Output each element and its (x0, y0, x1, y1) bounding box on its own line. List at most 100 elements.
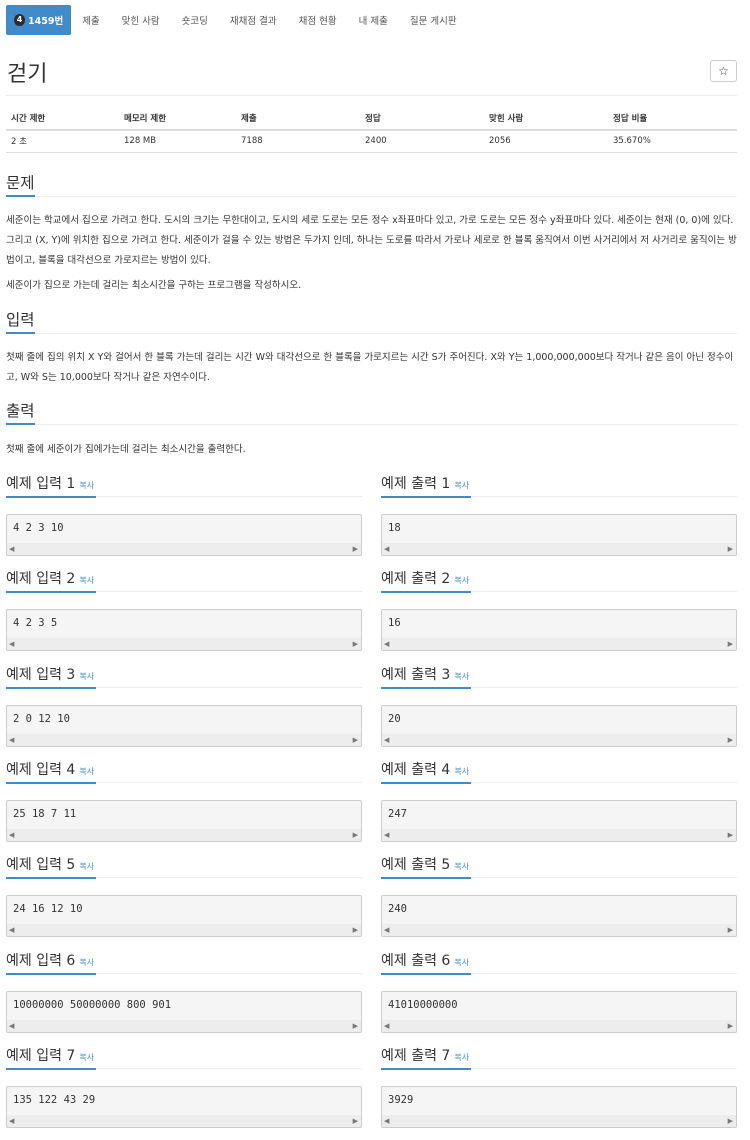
scroll-right-icon[interactable]: ▶ (353, 545, 358, 553)
horizontal-scrollbar[interactable]: ◀ ▶ (382, 1020, 736, 1032)
copy-button[interactable]: 복사 (79, 767, 94, 776)
sample-output-text: 41010000000 (388, 999, 458, 1011)
scroll-left-icon[interactable]: ◀ (9, 1022, 14, 1030)
cell-solvers: 2056 (484, 130, 608, 153)
copy-button[interactable]: 복사 (79, 576, 94, 585)
horizontal-scrollbar[interactable]: ◀ ▶ (382, 638, 736, 650)
sample-output-box-5[interactable]: 240 ◀ ▶ (381, 895, 737, 937)
sample-input-box-7[interactable]: 135 122 43 29 ◀ ▶ (6, 1086, 362, 1128)
scroll-left-icon[interactable]: ◀ (384, 831, 389, 839)
scroll-left-icon[interactable]: ◀ (384, 926, 389, 934)
sample-input-box-2[interactable]: 4 2 3 5 ◀ ▶ (6, 609, 362, 651)
sample-input-box-6[interactable]: 10000000 50000000 800 901 ◀ ▶ (6, 991, 362, 1033)
horizontal-scrollbar[interactable]: ◀ ▶ (382, 924, 736, 936)
nav-tab-submit[interactable]: 제출 (71, 5, 110, 35)
sample-output-label: 예제 출력 4 복사 (381, 760, 472, 784)
nav-tab-short-coding[interactable]: 숏코딩 (171, 5, 219, 35)
copy-button[interactable]: 복사 (454, 767, 469, 776)
horizontal-scrollbar[interactable]: ◀ ▶ (382, 829, 736, 841)
scroll-left-icon[interactable]: ◀ (384, 640, 389, 648)
copy-button[interactable]: 복사 (454, 672, 469, 681)
cell-memory-limit: 128 MB (119, 130, 236, 153)
sample-output-header-3: 예제 출력 3 복사 (381, 664, 737, 689)
scroll-left-icon[interactable]: ◀ (9, 831, 14, 839)
nav-tab-my-submissions[interactable]: 내 제출 (348, 5, 399, 35)
page-title: 걷기 (7, 62, 48, 87)
level-badge-icon: 4 (14, 14, 25, 26)
horizontal-scrollbar[interactable]: ◀ ▶ (382, 734, 736, 746)
sample-input-header-4: 예제 입력 4 복사 (6, 759, 362, 784)
sample-output-header-5: 예제 출력 5 복사 (381, 854, 737, 879)
scroll-left-icon[interactable]: ◀ (9, 640, 14, 648)
star-button[interactable]: ☆ (710, 60, 737, 82)
copy-button[interactable]: 복사 (79, 958, 94, 967)
scroll-right-icon[interactable]: ▶ (728, 1117, 733, 1125)
scroll-left-icon[interactable]: ◀ (384, 545, 389, 553)
scroll-left-icon[interactable]: ◀ (384, 1117, 389, 1125)
horizontal-scrollbar[interactable]: ◀ ▶ (7, 1115, 361, 1127)
scroll-right-icon[interactable]: ▶ (353, 736, 358, 744)
sample-output-box-6[interactable]: 41010000000 ◀ ▶ (381, 991, 737, 1033)
table-row: 2 초 128 MB 7188 2400 2056 35.670% (6, 130, 737, 153)
nav-tab-board[interactable]: 질문 게시판 (399, 5, 468, 35)
scroll-left-icon[interactable]: ◀ (9, 926, 14, 934)
copy-button[interactable]: 복사 (454, 1053, 469, 1062)
scroll-right-icon[interactable]: ▶ (353, 1117, 358, 1125)
sample-input-text: 2 0 12 10 (13, 713, 70, 725)
copy-button[interactable]: 복사 (454, 958, 469, 967)
copy-button[interactable]: 복사 (79, 672, 94, 681)
sample-input-text: 135 122 43 29 (13, 1094, 96, 1106)
sample-output-box-4[interactable]: 247 ◀ ▶ (381, 800, 737, 842)
sample-output-header-7: 예제 출력 7 복사 (381, 1045, 737, 1070)
horizontal-scrollbar[interactable]: ◀ ▶ (7, 543, 361, 555)
horizontal-scrollbar[interactable]: ◀ ▶ (382, 543, 736, 555)
horizontal-scrollbar[interactable]: ◀ ▶ (7, 924, 361, 936)
scroll-right-icon[interactable]: ▶ (353, 831, 358, 839)
scroll-right-icon[interactable]: ▶ (353, 640, 358, 648)
scroll-left-icon[interactable]: ◀ (384, 1022, 389, 1030)
sample-output-label: 예제 출력 7 복사 (381, 1046, 472, 1070)
nav-tab-solvers[interactable]: 맞힌 사람 (111, 5, 171, 35)
sample-input-box-4[interactable]: 25 18 7 11 ◀ ▶ (6, 800, 362, 842)
horizontal-scrollbar[interactable]: ◀ ▶ (7, 829, 361, 841)
horizontal-scrollbar[interactable]: ◀ ▶ (7, 734, 361, 746)
scroll-right-icon[interactable]: ▶ (728, 640, 733, 648)
copy-button[interactable]: 복사 (454, 481, 469, 490)
copy-button[interactable]: 복사 (79, 1053, 94, 1062)
sample-input-box-5[interactable]: 24 16 12 10 ◀ ▶ (6, 895, 362, 937)
horizontal-scrollbar[interactable]: ◀ ▶ (7, 638, 361, 650)
sample-input-box-3[interactable]: 2 0 12 10 ◀ ▶ (6, 705, 362, 747)
input-section-header: 입력 (6, 309, 737, 334)
sample-output-label: 예제 출력 1 복사 (381, 474, 472, 498)
scroll-right-icon[interactable]: ▶ (353, 926, 358, 934)
scroll-left-icon[interactable]: ◀ (9, 545, 14, 553)
scroll-right-icon[interactable]: ▶ (728, 831, 733, 839)
sample-input-box-1[interactable]: 4 2 3 10 ◀ ▶ (6, 514, 362, 556)
sample-input-text: 25 18 7 11 (13, 808, 77, 820)
horizontal-scrollbar[interactable]: ◀ ▶ (7, 1020, 361, 1032)
scroll-right-icon[interactable]: ▶ (353, 1022, 358, 1030)
scroll-left-icon[interactable]: ◀ (384, 736, 389, 744)
sample-output-box-3[interactable]: 20 ◀ ▶ (381, 705, 737, 747)
sample-output-box-1[interactable]: 18 ◀ ▶ (381, 514, 737, 556)
horizontal-scrollbar[interactable]: ◀ ▶ (382, 1115, 736, 1127)
scroll-right-icon[interactable]: ▶ (728, 545, 733, 553)
copy-button[interactable]: 복사 (454, 862, 469, 871)
sample-input-text: 4 2 3 5 (13, 617, 58, 629)
input-heading: 입력 (6, 309, 35, 334)
scroll-left-icon[interactable]: ◀ (9, 1117, 14, 1125)
nav-tab-rejudge[interactable]: 재채점 결과 (219, 5, 288, 35)
nav-tab-problem[interactable]: 4 1459번 (6, 5, 72, 35)
scroll-left-icon[interactable]: ◀ (9, 736, 14, 744)
nav-tab-status[interactable]: 채점 현황 (288, 5, 348, 35)
scroll-right-icon[interactable]: ▶ (728, 926, 733, 934)
copy-button[interactable]: 복사 (454, 576, 469, 585)
cell-submissions: 7188 (236, 130, 360, 153)
copy-button[interactable]: 복사 (79, 862, 94, 871)
scroll-right-icon[interactable]: ▶ (728, 736, 733, 744)
sample-input-header-1: 예제 입력 1 복사 (6, 473, 362, 498)
sample-output-box-7[interactable]: 3929 ◀ ▶ (381, 1086, 737, 1128)
copy-button[interactable]: 복사 (79, 481, 94, 490)
sample-output-box-2[interactable]: 16 ◀ ▶ (381, 609, 737, 651)
scroll-right-icon[interactable]: ▶ (728, 1022, 733, 1030)
